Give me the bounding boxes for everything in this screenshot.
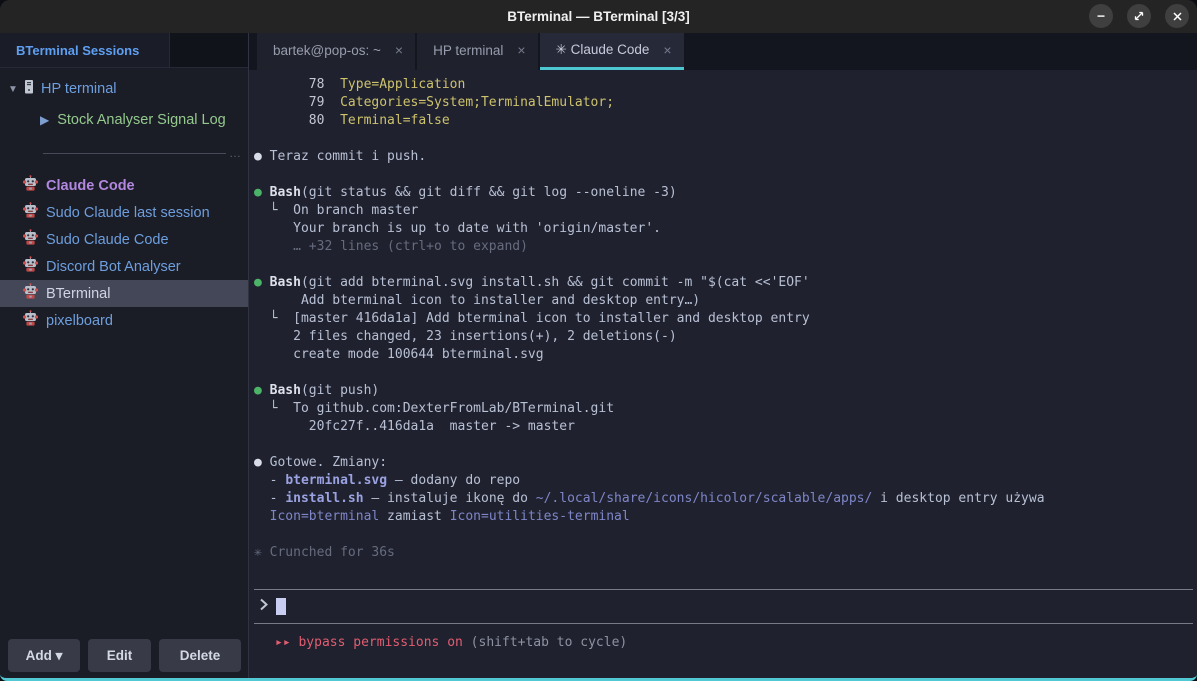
tab-label: HP terminal [433, 43, 503, 58]
terminal-line: Your branch is up to date with 'origin/m… [254, 220, 1193, 238]
robot-icon [23, 229, 38, 250]
tab-close-icon[interactable]: × [517, 42, 525, 58]
chevron-down-icon[interactable]: ▼ [6, 84, 20, 95]
terminal-line: Icon=bterminal zamiast Icon=utilities-te… [254, 508, 1193, 526]
bterminal-window: BTerminal — BTerminal [3/3] [0, 0, 1197, 681]
robot-icon [23, 283, 38, 304]
terminal-line: ✳ Crunched for 36s [254, 544, 1193, 562]
robot-icon [23, 202, 38, 223]
terminal-line [254, 364, 1193, 382]
session-tree: ▼ HP terminal ▶ Stock Analyser Signal Lo… [0, 68, 248, 168]
terminal-line [254, 256, 1193, 274]
robot-icon [23, 175, 38, 196]
close-button[interactable] [1165, 4, 1189, 28]
maximize-icon [1133, 10, 1145, 22]
terminal-output: 78 Type=Application 79 Categories=System… [254, 76, 1193, 562]
session-label: BTerminal [46, 286, 110, 302]
session-item-bterminal[interactable]: BTerminal [0, 280, 248, 307]
tree-item-hp-terminal[interactable]: ▼ HP terminal [0, 76, 248, 102]
terminal-panel: bartek@pop-os: ~ × HP terminal × ✳ Claud… [249, 33, 1197, 678]
robot-icon [23, 256, 38, 277]
session-list: Claude Code Sudo Claude last session Sud… [0, 172, 248, 334]
delete-button[interactable]: Delete [159, 639, 241, 672]
terminal-line: 2 files changed, 23 insertions(+), 2 del… [254, 328, 1193, 346]
tab-hp-terminal[interactable]: HP terminal × [417, 33, 537, 70]
minimize-icon [1095, 10, 1107, 22]
prompt-icon [259, 598, 269, 616]
minimize-button[interactable] [1089, 4, 1113, 28]
session-item-claude-code[interactable]: Claude Code [0, 172, 248, 199]
add-button[interactable]: Add ▾ [8, 639, 80, 672]
tab-close-icon[interactable]: × [663, 42, 671, 58]
tree-item-label: HP terminal [41, 81, 116, 97]
session-item-pixelboard[interactable]: pixelboard [0, 307, 248, 334]
session-item-discord-bot[interactable]: Discord Bot Analyser [0, 253, 248, 280]
session-label: Sudo Claude last session [46, 205, 210, 221]
terminal-line: └ To github.com:DexterFromLab/BTerminal.… [254, 400, 1193, 418]
terminal-line: 78 Type=Application [254, 76, 1193, 94]
session-item-sudo-claude-code[interactable]: Sudo Claude Code [0, 226, 248, 253]
terminal-line: - install.sh — instaluje ikonę do ~/.loc… [254, 490, 1193, 508]
terminal-line: └ [master 416da1a] Add bterminal icon to… [254, 310, 1193, 328]
sidebar-buttons: Add ▾ Edit Delete [8, 639, 241, 672]
fast-forward-icon: ▸▸ [275, 635, 298, 650]
session-label: Claude Code [46, 178, 135, 194]
sidebar-divider: … [43, 146, 242, 160]
sidebar-header-label: BTerminal Sessions [16, 43, 139, 58]
sidebar-header-tab[interactable]: BTerminal Sessions [0, 33, 170, 67]
terminal-view[interactable]: 78 Type=Application 79 Categories=System… [249, 70, 1197, 678]
computer-icon [23, 79, 35, 100]
ellipsis-icon: … [229, 146, 242, 160]
terminal-line: ● Teraz commit i push. [254, 148, 1193, 166]
divider-line [43, 153, 226, 154]
maximize-button[interactable] [1127, 4, 1151, 28]
tab-label: bartek@pop-os: ~ [273, 43, 381, 58]
robot-icon [23, 310, 38, 331]
window-controls [1089, 4, 1189, 28]
terminal-line: - bterminal.svg — dodany do repo [254, 472, 1193, 490]
tab-bartek-pop-os[interactable]: bartek@pop-os: ~ × [257, 33, 415, 70]
terminal-line: ● Bash(git push) [254, 382, 1193, 400]
session-label: Discord Bot Analyser [46, 259, 181, 275]
permissions-status: ▸▸ bypass permissions on (shift+tab to c… [254, 634, 1193, 652]
terminal-line: 20fc27f..416da1a master -> master [254, 418, 1193, 436]
tree-child-label: Stock Analyser Signal Log [57, 112, 225, 128]
tab-claude-code[interactable]: ✳ Claude Code × [540, 33, 684, 70]
terminal-line: … +32 lines (ctrl+o to expand) [254, 238, 1193, 256]
tab-label: ✳ Claude Code [556, 42, 650, 58]
terminal-line [254, 526, 1193, 544]
terminal-line: ● Gotowe. Zmiany: [254, 454, 1193, 472]
session-label: Sudo Claude Code [46, 232, 169, 248]
terminal-line: 79 Categories=System;TerminalEmulator; [254, 94, 1193, 112]
terminal-line: ● Bash(git status && git diff && git log… [254, 184, 1193, 202]
text-cursor [276, 598, 286, 615]
terminal-line [254, 436, 1193, 454]
sidebar-header-strip: BTerminal Sessions [0, 33, 248, 68]
session-item-sudo-claude-last[interactable]: Sudo Claude last session [0, 199, 248, 226]
tab-close-icon[interactable]: × [395, 42, 403, 58]
terminal-line: ● Bash(git add bterminal.svg install.sh … [254, 274, 1193, 292]
terminal-line [254, 166, 1193, 184]
close-icon [1172, 11, 1183, 22]
status-text-red: bypass permissions on [298, 635, 462, 650]
terminal-line: Add bterminal icon to installer and desk… [254, 292, 1193, 310]
tab-bar: bartek@pop-os: ~ × HP terminal × ✳ Claud… [249, 33, 1197, 70]
title-bar: BTerminal — BTerminal [3/3] [0, 0, 1197, 33]
terminal-input[interactable] [254, 589, 1193, 624]
edit-button[interactable]: Edit [88, 639, 151, 672]
status-text-gray: (shift+tab to cycle) [463, 635, 627, 650]
terminal-line: └ On branch master [254, 202, 1193, 220]
terminal-line [254, 130, 1193, 148]
terminal-line: create mode 100644 bterminal.svg [254, 346, 1193, 364]
terminal-line: 80 Terminal=false [254, 112, 1193, 130]
play-icon: ▶ [40, 113, 49, 127]
window-title: BTerminal — BTerminal [3/3] [507, 9, 690, 24]
session-label: pixelboard [46, 313, 113, 329]
tree-item-stock-analyser[interactable]: ▶ Stock Analyser Signal Log [0, 106, 248, 134]
sessions-sidebar: BTerminal Sessions ▼ HP terminal [0, 33, 249, 678]
